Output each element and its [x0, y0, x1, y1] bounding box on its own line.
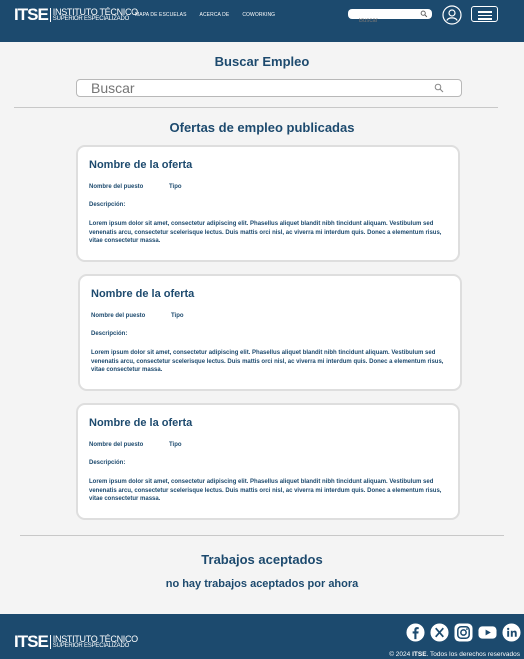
offer-description: Lorem ipsum dolor sit amet, consectetur …	[91, 350, 444, 373]
offer-position: Nombre del puesto	[89, 184, 144, 190]
social-links	[406, 623, 521, 642]
instagram-icon[interactable]	[454, 623, 473, 642]
copyright-suffix: . Todos los derechos reservados	[426, 651, 520, 658]
nav-link-acerca-de[interactable]: ACERCA DE	[200, 12, 230, 18]
facebook-icon[interactable]	[406, 623, 425, 642]
offer-name: Nombre de la oferta	[89, 159, 193, 171]
main-nav: MAPA DE ESCUELAS ACERCA DE COWORKING	[135, 12, 275, 18]
menu-bar	[478, 18, 492, 20]
x-icon[interactable]	[430, 623, 449, 642]
logo-line2: SUPERIOR ESPECIALIZADO	[52, 15, 130, 22]
copyright-brand: ITSE	[412, 651, 427, 658]
logo-divider	[49, 8, 51, 22]
offer-description-label: Descripción:	[89, 202, 126, 208]
divider	[20, 535, 504, 536]
offers-title: Ofertas de empleo publicadas	[169, 120, 355, 135]
logo-line1: INSTITUTO TÉCNICO	[52, 6, 138, 17]
offer-position: Nombre del puesto	[91, 313, 146, 319]
offer-type: Tipo	[171, 313, 184, 319]
nav-link-coworking[interactable]: COWORKING	[242, 12, 275, 18]
job-offer-card[interactable]: Nombre de la oferta Nombre del puesto Ti…	[76, 145, 460, 262]
offer-type: Tipo	[169, 442, 182, 448]
search-title: Buscar Empleo	[214, 54, 310, 69]
job-offer-card[interactable]: Nombre de la oferta Nombre del puesto Ti…	[78, 274, 462, 391]
logo-line2: SUPERIOR ESPECIALIZADO	[52, 642, 130, 649]
logo-text: INSTITUTO TÉCNICO SUPERIOR ESPECIALIZADO	[52, 6, 138, 23]
offer-name: Nombre de la oferta	[89, 417, 193, 429]
offer-position: Nombre del puesto	[89, 442, 144, 448]
divider	[14, 107, 498, 108]
youtube-icon[interactable]	[478, 623, 497, 642]
search-icon[interactable]	[434, 83, 444, 93]
job-search-input[interactable]	[77, 80, 407, 96]
accepted-empty-message: no hay trabajos aceptados por ahora	[165, 578, 359, 590]
header-search-input[interactable]	[348, 16, 418, 26]
footer-logo[interactable]: ITSE INSTITUTO TÉCNICO SUPERIOR ESPECIAL…	[14, 632, 138, 651]
offer-description-label: Descripción:	[89, 460, 126, 466]
offer-name: Nombre de la oferta	[91, 288, 195, 300]
offer-description-label: Descripción:	[91, 331, 128, 337]
job-search	[76, 79, 462, 97]
menu-bar	[478, 11, 492, 13]
itse-logo[interactable]: ITSE INSTITUTO TÉCNICO SUPERIOR ESPECIAL…	[14, 5, 138, 24]
copyright-prefix: © 2024	[389, 651, 413, 658]
offer-description: Lorem ipsum dolor sit amet, consectetur …	[89, 221, 442, 244]
top-navbar: ITSE INSTITUTO TÉCNICO SUPERIOR ESPECIAL…	[0, 0, 524, 42]
search-icon[interactable]	[420, 10, 428, 18]
linkedin-icon[interactable]	[502, 623, 521, 642]
offer-type: Tipo	[169, 184, 182, 190]
user-icon[interactable]	[442, 5, 462, 25]
header-search	[348, 9, 432, 26]
copyright-text: © 2024 ITSE. Todos los derechos reservad…	[389, 651, 520, 658]
footer: ITSE INSTITUTO TÉCNICO SUPERIOR ESPECIAL…	[0, 614, 524, 659]
logo-mark: ITSE	[14, 5, 49, 24]
offer-description: Lorem ipsum dolor sit amet, consectetur …	[89, 479, 442, 502]
menu-bar	[478, 14, 492, 16]
job-offer-card[interactable]: Nombre de la oferta Nombre del puesto Ti…	[76, 403, 460, 520]
logo-mark: ITSE	[14, 632, 49, 651]
logo-divider	[49, 635, 51, 649]
logo-text: INSTITUTO TÉCNICO SUPERIOR ESPECIALIZADO	[52, 633, 138, 650]
hamburger-menu-icon[interactable]	[471, 6, 498, 22]
accepted-title: Trabajos aceptados	[201, 552, 323, 567]
logo-line1: INSTITUTO TÉCNICO	[52, 633, 138, 644]
nav-link-mapa-de-escuelas[interactable]: MAPA DE ESCUELAS	[135, 12, 187, 18]
